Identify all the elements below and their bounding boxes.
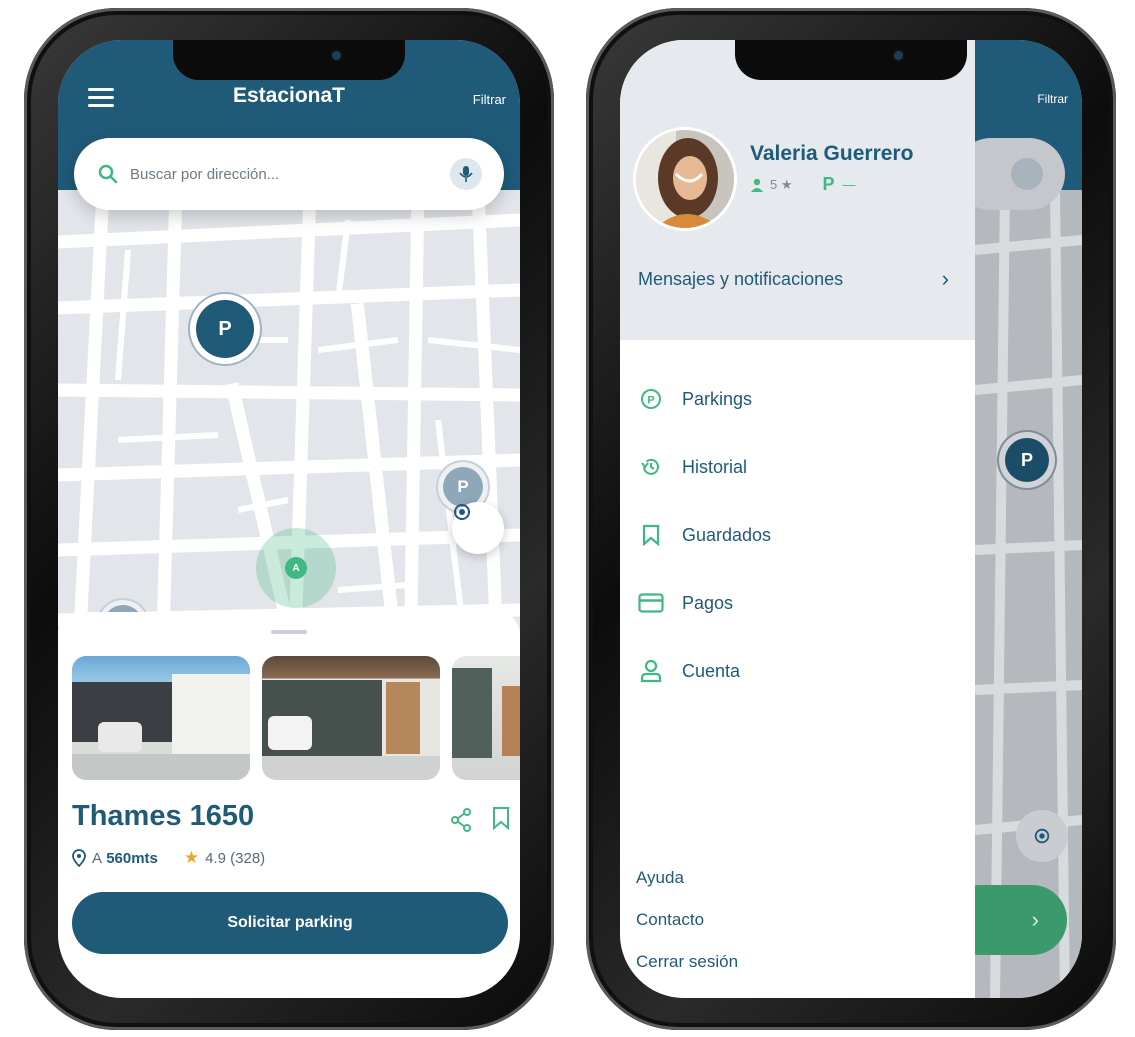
svg-text:P: P <box>647 395 654 407</box>
chevron-right-icon: › <box>1031 907 1039 932</box>
user-rating: 5 ★ <box>770 176 793 192</box>
menu-item-label: Historial <box>682 456 748 477</box>
user-name: Valeria Guerrero <box>750 142 914 165</box>
contact-link[interactable]: Contacto <box>636 910 704 930</box>
rating-value: 4.9 (328) <box>205 849 266 867</box>
user-marker-label: A <box>292 562 300 574</box>
notch <box>735 40 967 80</box>
pin-label: P <box>1020 449 1033 470</box>
search-input[interactable]: Buscar por dirección... <box>130 166 450 183</box>
parking-pin-badge: P <box>1005 438 1049 482</box>
pin-label: P <box>457 477 469 496</box>
target-icon <box>1034 828 1050 844</box>
parking-icon: P <box>638 386 664 412</box>
distance-prefix: A <box>92 849 103 867</box>
user-location-marker: A <box>256 528 336 608</box>
front-camera <box>894 51 903 60</box>
menu-item-guardados[interactable]: Guardados <box>638 522 771 548</box>
parking-photo[interactable] <box>72 656 250 780</box>
user-icon <box>638 658 664 684</box>
parking-value: — <box>842 177 856 192</box>
filter-button[interactable]: Filtrar <box>1037 92 1068 106</box>
bookmark-icon[interactable] <box>492 806 510 830</box>
share-icon[interactable] <box>450 808 472 832</box>
menu-item-pagos[interactable]: Pagos <box>638 590 733 616</box>
parking-pin-badge: P <box>443 467 483 507</box>
notch <box>173 40 405 80</box>
locate-me-button[interactable] <box>452 502 504 554</box>
bookmark-icon <box>638 522 664 548</box>
request-parking-button[interactable]: Solicitar parking <box>72 892 508 954</box>
user-stats: 5 ★ P — <box>750 174 856 195</box>
history-icon <box>638 454 664 480</box>
chevron-right-icon: › <box>941 266 949 291</box>
map-streets <box>974 189 1082 998</box>
parking-photo[interactable] <box>262 656 440 780</box>
pin-label: P <box>218 317 232 340</box>
credit-card-icon <box>638 590 664 616</box>
nav-drawer: Valeria Guerrero 5 ★ P — Mensajes y noti… <box>620 40 975 998</box>
screen-map-view: EstacionaT Filtrar P P A Buscar por dire… <box>58 40 520 998</box>
search-bar[interactable]: Buscar por dirección... <box>74 138 504 210</box>
parking-detail-sheet: Thames 1650 A 560mts ★ 4.9 (328) Solicit… <box>58 612 520 998</box>
mic-button[interactable] <box>450 158 482 190</box>
phone-frame-left: EstacionaT Filtrar P P A Buscar por dire… <box>24 8 554 1030</box>
place-title: Thames 1650 <box>72 800 255 832</box>
dimmed-background[interactable]: Filtrar P › <box>945 40 1082 998</box>
parking-pin-selected[interactable]: P <box>190 294 260 364</box>
parking-photo[interactable] <box>452 656 520 780</box>
mic-icon <box>1011 158 1043 190</box>
drag-handle[interactable] <box>271 630 307 634</box>
target-icon <box>454 504 470 520</box>
mic-icon <box>459 166 473 182</box>
parking-pin-badge: P <box>196 300 254 358</box>
menu-item-historial[interactable]: Historial <box>638 454 747 480</box>
screen-drawer-open: Filtrar P › Valeria Guerrero 5 ★ P — Men… <box>620 40 1082 998</box>
photo-carousel[interactable] <box>72 656 520 782</box>
star-icon: ★ <box>183 848 200 867</box>
parking-pin-selected[interactable]: P <box>999 432 1055 488</box>
locate-me-button[interactable] <box>1016 810 1068 862</box>
user-icon <box>751 178 763 192</box>
messages-notifications-link[interactable]: Mensajes y notificaciones › <box>638 266 949 292</box>
map[interactable]: P P P A <box>58 190 520 670</box>
menu-item-label: Cuenta <box>682 660 741 681</box>
search-icon <box>98 164 118 184</box>
logout-link[interactable]: Cerrar sesión <box>636 952 738 972</box>
user-location-dot: A <box>285 557 307 579</box>
distance-value: 560mts <box>106 849 158 867</box>
place-meta: A 560mts ★ 4.9 (328) <box>72 848 265 868</box>
menu-item-label: Guardados <box>682 524 772 545</box>
menu-item-cuenta[interactable]: Cuenta <box>638 658 740 684</box>
filter-button[interactable]: Filtrar <box>473 92 506 107</box>
menu-item-parkings[interactable]: P Parkings <box>638 386 752 412</box>
menu-item-label: Parkings <box>682 388 753 409</box>
front-camera <box>332 51 341 60</box>
parking-badge: P <box>822 174 835 194</box>
phone-frame-right: Filtrar P › Valeria Guerrero 5 ★ P — Men… <box>586 8 1116 1030</box>
app-title: EstacionaT <box>232 84 346 107</box>
menu-item-label: Pagos <box>682 592 734 613</box>
location-pin-icon <box>72 849 86 867</box>
avatar[interactable] <box>636 130 734 228</box>
help-link[interactable]: Ayuda <box>636 868 684 888</box>
messages-label: Mensajes y notificaciones <box>638 268 844 289</box>
profile-photo <box>636 130 734 228</box>
